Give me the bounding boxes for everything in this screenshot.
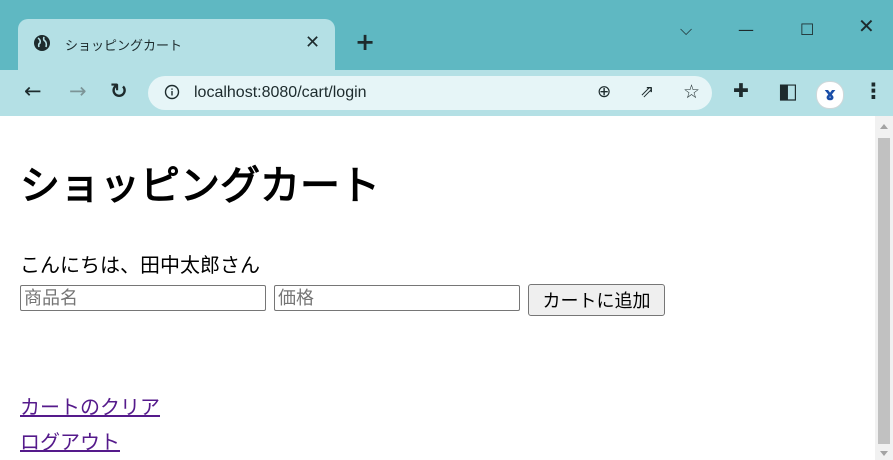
browser-tab-strip: ショッピングカート ✕ + ⌵ — ☐ ✕ — [0, 0, 893, 70]
greeting-text: こんにちは、田中太郎さん — [20, 253, 260, 277]
browser-tab[interactable]: ショッピングカート ✕ — [18, 19, 335, 70]
kebab-menu-icon[interactable]: ⋮ — [863, 79, 884, 103]
globe-icon — [34, 35, 50, 51]
close-window-button[interactable]: ✕ — [858, 16, 875, 36]
tab-close-icon[interactable]: ✕ — [305, 34, 320, 52]
side-panel-icon[interactable]: ◧ — [778, 79, 798, 103]
extensions-puzzle-icon[interactable]: ✚ — [733, 79, 749, 103]
logout-link[interactable]: ログアウト — [20, 426, 120, 455]
address-bar[interactable]: localhost:8080/cart/login ⊕ ⇗ ☆ — [148, 76, 712, 110]
tab-search-chevron-icon[interactable]: ⌵ — [680, 22, 692, 38]
url-text[interactable]: localhost:8080/cart/login — [194, 84, 367, 102]
back-arrow-icon[interactable]: ← — [24, 79, 42, 103]
vertical-scrollbar[interactable] — [875, 116, 893, 460]
profile-avatar[interactable]: ɤ — [816, 81, 844, 109]
zoom-icon[interactable]: ⊕ — [597, 82, 611, 102]
minimize-window-button[interactable]: — — [738, 22, 754, 38]
product-name-input[interactable] — [20, 285, 266, 311]
price-input[interactable] — [274, 285, 520, 311]
scroll-up-arrow-icon[interactable] — [880, 124, 888, 129]
browser-toolbar: ← → ↻ localhost:8080/cart/login ⊕ ⇗ ☆ ✚ … — [0, 70, 893, 116]
share-icon[interactable]: ⇗ — [640, 82, 654, 102]
clear-cart-link[interactable]: カートのクリア — [20, 391, 160, 420]
forward-arrow-icon[interactable]: → — [69, 79, 87, 103]
reload-icon[interactable]: ↻ — [110, 79, 128, 103]
tab-title: ショッピングカート — [65, 39, 183, 54]
scroll-down-arrow-icon[interactable] — [880, 451, 888, 456]
page-title: ショッピングカート — [20, 163, 380, 209]
site-info-icon[interactable] — [164, 84, 180, 100]
maximize-window-button[interactable]: ☐ — [800, 22, 814, 38]
new-tab-button[interactable]: + — [355, 30, 375, 54]
page-content: ショッピングカート こんにちは、田中太郎さん カートに追加 カートのクリア ログ… — [0, 116, 875, 460]
scrollbar-thumb[interactable] — [878, 138, 890, 444]
add-to-cart-button[interactable]: カートに追加 — [528, 284, 665, 316]
bookmark-star-icon[interactable]: ☆ — [683, 81, 700, 103]
